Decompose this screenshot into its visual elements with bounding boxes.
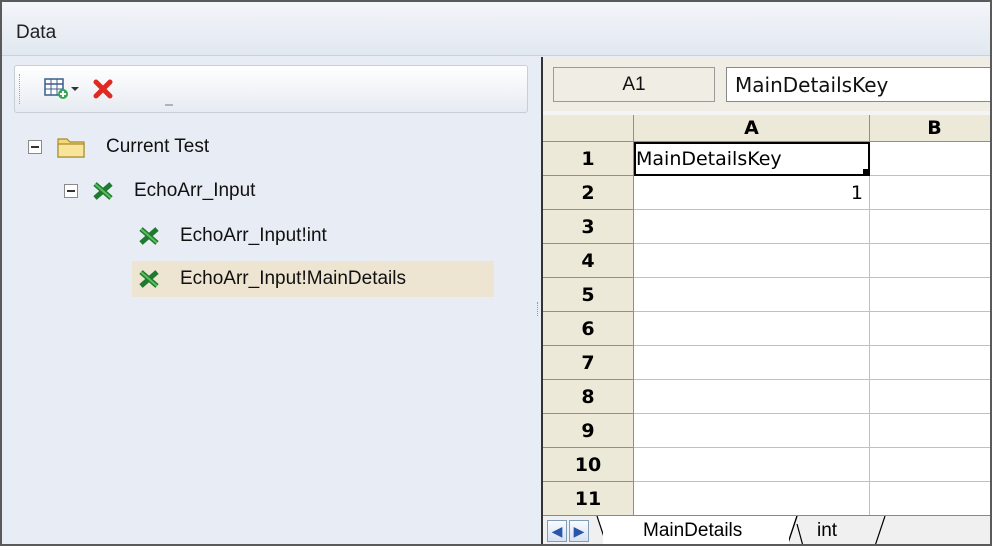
row-header[interactable]: 9 [543,414,634,448]
row-header[interactable]: 8 [543,380,634,414]
toolbar-grip[interactable] [19,74,22,104]
tree-node-current-test[interactable]: Current Test [28,129,288,165]
next-sheet-button[interactable]: ▶ [569,520,589,542]
chevron-left-icon: ◀ [551,522,563,539]
toolbar [14,65,528,113]
cell-a3[interactable] [634,210,870,244]
cell-a8[interactable] [634,380,870,414]
cell-a9[interactable] [634,414,870,448]
splitter-handle[interactable] [537,302,539,316]
row-header[interactable]: 3 [543,210,634,244]
cell-b11[interactable] [870,482,990,516]
tree-node-echoarr-input-int[interactable]: EchoArr_Input!int [138,218,438,254]
collapse-icon[interactable] [64,184,78,198]
row-header[interactable]: 2 [543,176,634,210]
name-box[interactable]: A1 [553,67,715,102]
data-pane: Data Current Test EchoArr_Input EchoArr_… [0,0,992,546]
cell-b10[interactable] [870,448,990,482]
toolbar-overflow-button[interactable] [161,96,177,110]
cell-b7[interactable] [870,346,990,380]
select-all-corner[interactable] [543,115,634,142]
table-add-icon [44,78,68,99]
cell-a5[interactable] [634,278,870,312]
sheet-tab-maindetails[interactable]: MainDetails [603,516,789,544]
spreadsheet-panel: A1 MainDetailsKey A B 1 MainDetailsKey 2 1 3… [541,57,990,544]
chevron-right-icon: ▶ [573,522,585,539]
cell-b3[interactable] [870,210,990,244]
excel-icon [93,182,113,200]
cell-a6[interactable] [634,312,870,346]
formula-input[interactable]: MainDetailsKey [726,67,990,102]
tree-node-label: EchoArr_Input!MainDetails [180,268,406,289]
excel-icon [139,227,159,245]
row-header[interactable]: 1 [543,142,634,176]
tree-node-echoarr-input-maindetails[interactable]: EchoArr_Input!MainDetails [132,261,494,297]
row-header[interactable]: 4 [543,244,634,278]
cell-b5[interactable] [870,278,990,312]
collapse-icon[interactable] [28,140,42,154]
cell-b6[interactable] [870,312,990,346]
tree-node-label: EchoArr_Input!int [180,225,327,246]
chevron-down-icon [71,87,79,91]
tree-node-label: EchoArr_Input [134,180,256,201]
row-header[interactable]: 5 [543,278,634,312]
cell-b2[interactable] [870,176,990,210]
title-bar: Data [2,2,990,56]
sheet-tab-bar: ◀ ▶ MainDetails int [543,515,990,544]
cell-b1[interactable] [870,142,990,176]
delete-icon [93,79,113,99]
cell-a2[interactable]: 1 [634,176,870,210]
delete-button[interactable] [89,74,117,104]
column-header-b[interactable]: B [870,115,990,142]
tree-node-echoarr-input[interactable]: EchoArr_Input [64,173,324,209]
cell-a10[interactable] [634,448,870,482]
prev-sheet-button[interactable]: ◀ [547,520,567,542]
folder-icon [57,138,85,158]
overflow-icon [165,104,173,106]
spreadsheet-grid: A B 1 MainDetailsKey 2 1 3 4 5 6 7 8 9 10 11 [543,115,990,516]
tree-node-label: Current Test [106,136,210,157]
sheet-tab-int[interactable]: int [789,516,889,544]
row-header[interactable]: 6 [543,312,634,346]
cell-b9[interactable] [870,414,990,448]
column-header-a[interactable]: A [634,115,870,142]
excel-icon [139,270,159,288]
add-table-button[interactable] [43,74,81,104]
pane-title: Data [16,22,57,43]
row-header[interactable]: 7 [543,346,634,380]
cell-a1[interactable]: MainDetailsKey [634,142,870,176]
formula-bar: A1 MainDetailsKey [543,57,990,111]
cell-b4[interactable] [870,244,990,278]
cell-b8[interactable] [870,380,990,414]
row-header[interactable]: 11 [543,482,634,516]
cell-a7[interactable] [634,346,870,380]
cell-a4[interactable] [634,244,870,278]
row-header[interactable]: 10 [543,448,634,482]
data-tree-panel: Current Test EchoArr_Input EchoArr_Input… [2,57,539,544]
cell-a11[interactable] [634,482,870,516]
